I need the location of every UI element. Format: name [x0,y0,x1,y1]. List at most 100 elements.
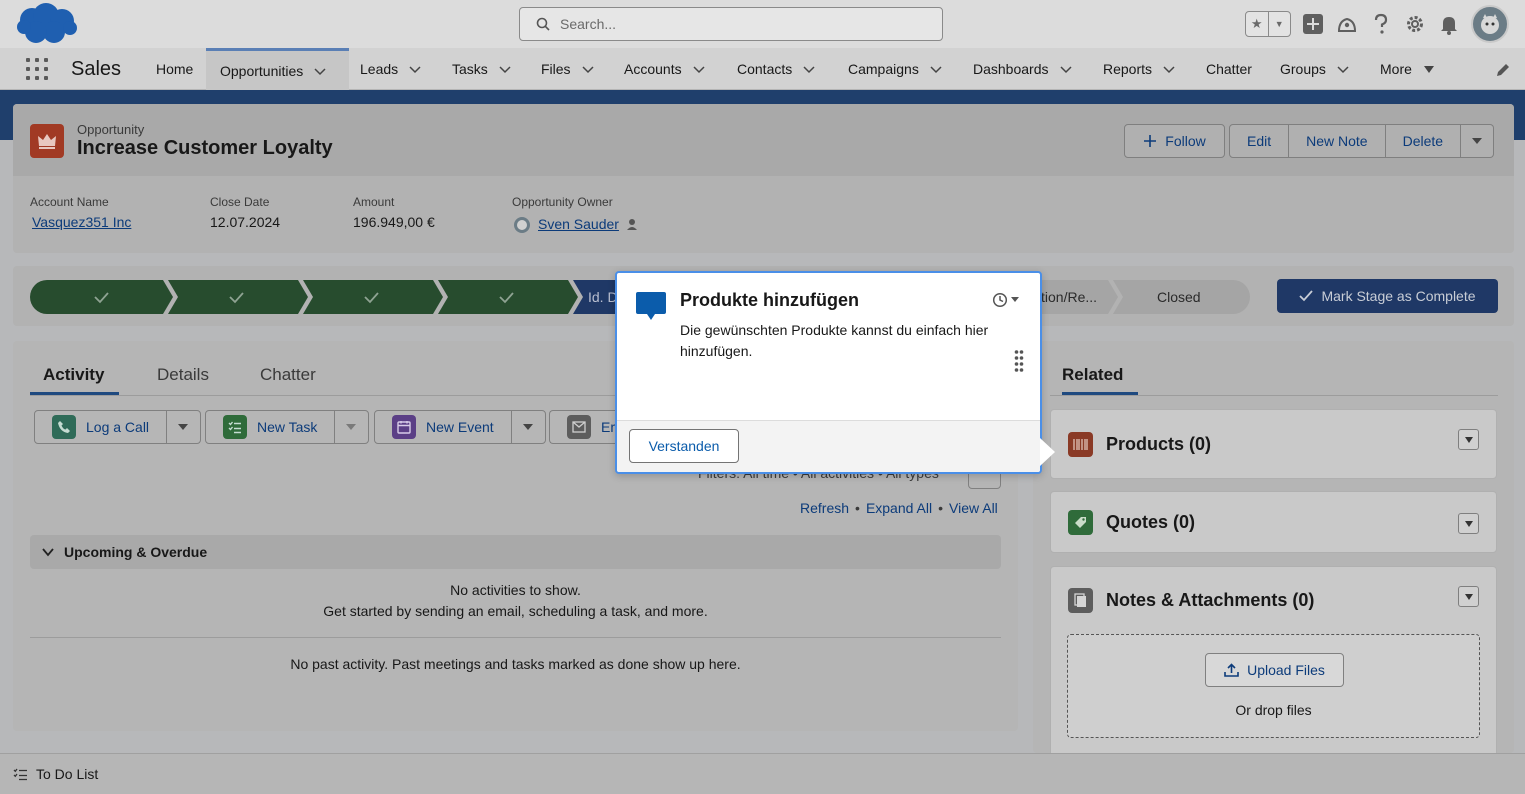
upload-files-button[interactable]: Upload Files [1205,653,1344,687]
salesforce-logo-icon[interactable] [16,2,78,46]
change-owner-icon[interactable] [625,217,639,231]
utility-bar: To Do List [0,753,1525,794]
to-do-list-button[interactable]: To Do List [36,766,98,782]
prompt-remind-later-control[interactable] [992,291,1022,309]
search-input[interactable]: Search... [519,7,943,41]
new-note-button[interactable]: New Note [1289,124,1386,158]
prompt-footer: Verstanden [617,420,1040,472]
app-launcher-icon[interactable] [26,58,48,80]
chevron-down-icon [42,548,54,557]
new-event-button-group: New Event [374,410,546,444]
field-amount: Amount 196.949,00 € [353,195,435,230]
notifications-bell-icon[interactable] [1437,12,1461,36]
new-task-button-group: New Task [205,410,369,444]
refresh-link[interactable]: Refresh [800,500,849,516]
nav-item-tasks[interactable]: Tasks [452,48,512,90]
chevron-down-icon[interactable] [692,62,706,76]
chevron-down-icon[interactable] [1336,62,1350,76]
prompt-pointer-arrow [1040,438,1055,466]
log-a-call-dropdown[interactable] [166,411,199,443]
nav-item-leads[interactable]: Leads [360,48,422,90]
upload-icon [1224,663,1239,677]
file-drop-zone[interactable]: Upload Files Or drop files [1067,634,1480,738]
drag-handle-icon[interactable] [1014,349,1024,373]
favorites-control[interactable]: ★ ▼ [1245,11,1291,37]
path-current-stage-label: Id. D [588,289,618,305]
chevron-down-icon[interactable] [1059,62,1073,76]
upcoming-overdue-section[interactable]: Upcoming & Overdue [30,535,1001,569]
nav-item-groups[interactable]: Groups [1280,48,1350,90]
nav-item-dashboards[interactable]: Dashboards [973,48,1073,90]
global-actions-add-icon[interactable] [1301,12,1325,36]
nav-item-accounts[interactable]: Accounts [624,48,706,90]
owner-name-link[interactable]: Sven Sauder [538,216,619,232]
quotes-title[interactable]: Quotes (0) [1106,512,1195,533]
header-icon-bar: ★ ▼ [1245,5,1509,43]
tab-related[interactable]: Related [1062,365,1123,385]
follow-button[interactable]: Follow [1124,124,1225,158]
path-stage-4[interactable] [438,280,578,314]
activity-timeline-links: Refresh • Expand All • View All [800,500,998,516]
caret-down-icon [1472,138,1483,144]
app-name: Sales [71,58,122,80]
chevron-down-icon[interactable] [408,62,422,76]
tab-activity[interactable]: Activity [43,365,104,385]
path-stage-3[interactable] [303,280,443,314]
nav-item-chatter[interactable]: Chatter [1206,48,1252,90]
expand-all-link[interactable]: Expand All [866,500,932,516]
record-header-top: Opportunity Increase Customer Loyalty Fo… [13,104,1514,176]
chevron-down-icon[interactable] [802,62,816,76]
mark-stage-complete-button[interactable]: Mark Stage as Complete [1277,279,1498,313]
chevron-down-icon[interactable] [929,62,943,76]
nav-item-opportunities[interactable]: Opportunities [206,48,349,90]
opportunity-crown-icon [30,124,64,158]
account-name-link[interactable]: Vasquez351 Inc [32,214,131,230]
path-stage-2[interactable] [168,280,308,314]
caret-down-icon[interactable] [1422,62,1436,76]
user-avatar[interactable] [1471,5,1509,43]
nav-item-files[interactable]: Files [541,48,595,90]
new-task-dropdown[interactable] [334,411,367,443]
quotes-actions-dropdown[interactable] [1458,513,1479,534]
active-tab-indicator [1062,392,1138,395]
nav-item-more[interactable]: More [1380,48,1436,90]
tab-chatter[interactable]: Chatter [260,365,316,385]
favorites-dropdown-icon[interactable]: ▼ [1267,12,1291,36]
verstanden-button[interactable]: Verstanden [629,429,739,463]
notes-attachments-title[interactable]: Notes & Attachments (0) [1106,590,1314,611]
log-a-call-button[interactable]: Log a Call [35,411,166,443]
chevron-down-icon[interactable] [1162,62,1176,76]
more-actions-button[interactable] [1461,124,1495,158]
chevron-down-icon[interactable] [581,62,595,76]
view-all-link[interactable]: View All [949,500,998,516]
favorites-star-icon[interactable]: ★ [1246,12,1268,36]
setup-gear-icon[interactable] [1403,12,1427,36]
edit-button[interactable]: Edit [1229,124,1290,158]
chevron-down-icon[interactable] [498,62,512,76]
field-opportunity-owner: Opportunity Owner Sven Sauder [512,195,639,234]
path-stage-1[interactable] [30,280,173,314]
prompt-body: Die gewünschten Produkte kannst du einfa… [680,322,989,359]
new-event-button[interactable]: New Event [375,411,511,443]
chevron-down-icon[interactable] [313,64,327,78]
prompt-title: Produkte hinzufügen [680,290,859,310]
edit-nav-pencil-icon[interactable] [1495,62,1511,78]
nav-item-campaigns[interactable]: Campaigns [848,48,943,90]
checkmark-icon [1299,290,1314,302]
new-event-dropdown[interactable] [510,411,544,443]
prompt-chat-icon [636,292,666,320]
nav-item-reports[interactable]: Reports [1103,48,1176,90]
nav-item-home[interactable]: Home [156,48,193,90]
delete-button[interactable]: Delete [1385,124,1462,158]
notes-attachments-actions-dropdown[interactable] [1458,586,1479,607]
trailhead-guidance-icon[interactable] [1335,12,1359,36]
quotes-tag-icon [1068,510,1093,535]
caret-down-icon [1464,436,1473,443]
tab-details[interactable]: Details [157,365,209,385]
products-title[interactable]: Products (0) [1106,434,1211,455]
new-task-button[interactable]: New Task [206,411,334,443]
help-icon[interactable] [1369,12,1393,36]
related-list-quotes: Quotes (0) [1050,491,1497,553]
products-actions-dropdown[interactable] [1458,429,1479,450]
nav-item-contacts[interactable]: Contacts [737,48,816,90]
